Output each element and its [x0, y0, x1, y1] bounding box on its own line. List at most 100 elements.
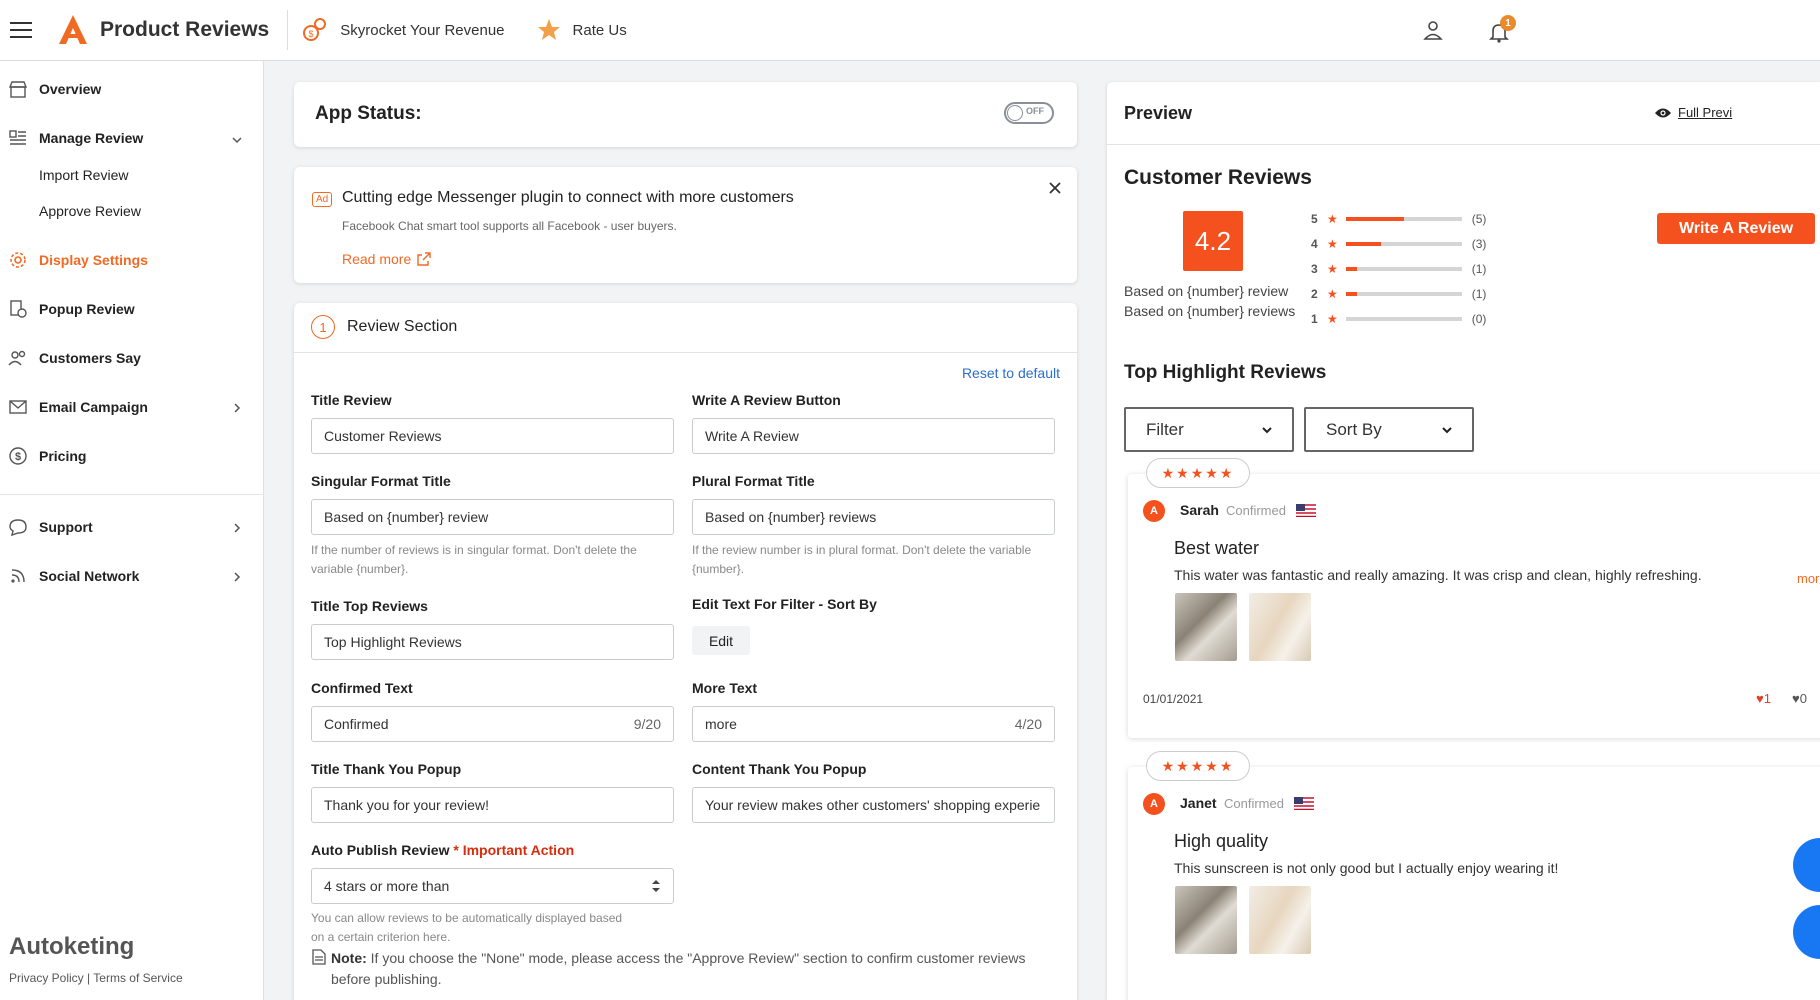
- rating-count: (1): [1471, 287, 1487, 301]
- rating-bar: [1345, 217, 1462, 221]
- toggle-state-text: OFF: [1026, 106, 1044, 116]
- preview-title: Preview: [1124, 103, 1193, 123]
- rating-bar: [1345, 267, 1462, 271]
- edit-filter-button[interactable]: Edit: [692, 626, 750, 655]
- read-more-label: Read more: [342, 251, 412, 267]
- top-reviews-input[interactable]: Top Highlight Reviews: [311, 624, 674, 660]
- sidebar-label-email-campaign: Email Campaign: [39, 399, 148, 415]
- app-status-toggle[interactable]: OFF: [1004, 102, 1054, 124]
- full-preview-link[interactable]: Full Previ: [1654, 105, 1732, 120]
- rating-count: (0): [1471, 312, 1487, 326]
- sort-select[interactable]: Sort By: [1304, 407, 1474, 452]
- rating-count: (1): [1471, 262, 1487, 276]
- rating-row: 5 ★ (5): [1311, 212, 1486, 226]
- chevron-down-icon[interactable]: [228, 131, 246, 149]
- sidebar-item-popup-review[interactable]: Popup Review: [8, 299, 135, 319]
- chat-icon: [9, 519, 27, 537]
- sidebar-item-import-review[interactable]: Import Review: [39, 167, 128, 183]
- title-review-value: Customer Reviews: [324, 428, 442, 444]
- rating-bar: [1345, 292, 1462, 296]
- sidebar-item-display-settings[interactable]: Display Settings: [8, 250, 148, 270]
- based-on-reviews: Based on {number} reviews: [1124, 303, 1296, 319]
- review-date: 01/01/2021: [1143, 692, 1204, 706]
- sidebar-item-email-campaign[interactable]: Email Campaign: [8, 397, 148, 417]
- sidebar-item-approve-review[interactable]: Approve Review: [39, 203, 141, 219]
- plural-title-input[interactable]: Based on {number} reviews: [692, 499, 1055, 535]
- confirmed-char-count: 9/20: [633, 716, 661, 732]
- thank-you-title-value: Thank you for your review!: [324, 797, 489, 813]
- chevron-down-icon: [1442, 426, 1452, 433]
- review-stars: ★★★★★: [1146, 458, 1250, 488]
- sidebar-item-social-network[interactable]: Social Network: [8, 566, 139, 586]
- section-title: Review Section: [347, 318, 458, 335]
- review-image[interactable]: [1249, 886, 1311, 954]
- thank-you-content-input[interactable]: Your review makes other customers' shopp…: [692, 787, 1055, 823]
- star-icon: ★: [1327, 287, 1338, 301]
- top-header: Product Reviews $ Skyrocket Your Revenue…: [0, 0, 1820, 61]
- user-icon[interactable]: [1422, 19, 1444, 41]
- hamburger-menu-icon[interactable]: [10, 22, 32, 38]
- svg-text:$: $: [309, 29, 314, 39]
- sidebar-label-popup-review: Popup Review: [39, 301, 135, 317]
- average-score: 4.2: [1183, 211, 1243, 271]
- close-icon[interactable]: [1048, 181, 1062, 195]
- like-button[interactable]: ♥1: [1756, 691, 1771, 706]
- title-review-input[interactable]: Customer Reviews: [311, 418, 674, 454]
- sidebar-item-customers-say[interactable]: Customers Say: [8, 348, 141, 368]
- write-review-button[interactable]: Write A Review: [1657, 213, 1815, 244]
- top-reviews-label: Title Top Reviews: [311, 598, 428, 614]
- header-divider: [287, 10, 289, 50]
- sidebar-label-social-network: Social Network: [39, 568, 140, 584]
- sidebar-item-overview[interactable]: Overview: [8, 79, 101, 99]
- chevron-right-icon[interactable]: [228, 568, 246, 586]
- more-link[interactable]: more: [1797, 571, 1820, 586]
- section-divider: [294, 352, 1077, 353]
- sidebar-item-support[interactable]: Support: [8, 517, 93, 537]
- footer-brand: Autoketing: [9, 933, 135, 960]
- write-button-input[interactable]: Write A Review: [692, 418, 1055, 454]
- review-image[interactable]: [1175, 593, 1237, 661]
- sidebar-label-support: Support: [39, 519, 93, 535]
- note-icon: [312, 949, 326, 965]
- rating-star-value: 1: [1311, 312, 1318, 326]
- filter-select[interactable]: Filter: [1124, 407, 1294, 452]
- terms-link[interactable]: Terms of Service: [93, 971, 182, 985]
- sidebar: Overview Manage Review Import Review App…: [0, 61, 264, 1000]
- reset-default-link[interactable]: Reset to default: [962, 365, 1060, 381]
- sidebar-divider: [0, 494, 264, 495]
- review-body: This water was fantastic and really amaz…: [1174, 567, 1702, 583]
- read-more-link[interactable]: Read more: [342, 251, 431, 267]
- chevron-right-icon[interactable]: [228, 519, 246, 537]
- review-image[interactable]: [1249, 593, 1311, 661]
- thank-you-title-input[interactable]: Thank you for your review!: [311, 787, 674, 823]
- auto-publish-label: Auto Publish Review * Important Action: [311, 842, 574, 858]
- notifications-button[interactable]: 1: [1488, 15, 1516, 43]
- rate-us-link[interactable]: Rate Us: [537, 18, 627, 42]
- auto-publish-select[interactable]: 4 stars or more than: [311, 868, 674, 904]
- review-image[interactable]: [1175, 886, 1237, 954]
- review-stars: ★★★★★: [1146, 751, 1250, 781]
- thank-you-content-label: Content Thank You Popup: [692, 761, 867, 777]
- confirmed-label: Confirmed: [1224, 796, 1284, 811]
- note-text: Note: If you choose the "None" mode, ple…: [331, 948, 1061, 990]
- chevron-right-icon[interactable]: [228, 399, 246, 417]
- singular-title-label: Singular Format Title: [311, 473, 451, 489]
- preview-divider: [1107, 144, 1820, 145]
- star-icon: [537, 19, 560, 40]
- confirmed-text-input[interactable]: Confirmed 9/20: [311, 706, 674, 742]
- review-body: This sunscreen is not only good but I ac…: [1174, 860, 1559, 876]
- revenue-link[interactable]: $ Skyrocket Your Revenue: [302, 17, 505, 43]
- sidebar-item-pricing[interactable]: $ Pricing: [8, 446, 86, 466]
- app-title: Product Reviews: [100, 18, 270, 41]
- rating-star-value: 5: [1311, 212, 1318, 226]
- singular-title-input[interactable]: Based on {number} review: [311, 499, 674, 535]
- more-text-input[interactable]: more 4/20: [692, 706, 1055, 742]
- rating-bar: [1345, 317, 1462, 321]
- title-review-label: Title Review: [311, 392, 392, 408]
- dislike-button[interactable]: ♥0: [1792, 691, 1807, 706]
- privacy-policy-link[interactable]: Privacy Policy: [9, 971, 84, 985]
- auto-publish-value: 4 stars or more than: [324, 878, 450, 894]
- singular-help-text: If the number of reviews is in singular …: [311, 543, 637, 576]
- rating-row: 1 ★ (0): [1311, 312, 1486, 326]
- sidebar-item-manage-review[interactable]: Manage Review: [8, 128, 143, 148]
